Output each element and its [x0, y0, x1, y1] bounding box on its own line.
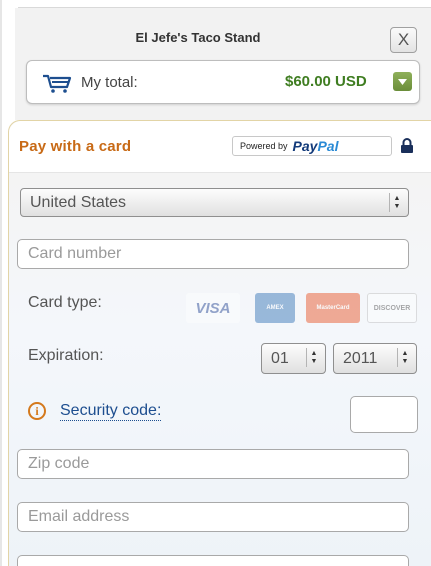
total-label: My total: — [81, 74, 138, 91]
mastercard-logo: MasterCard — [306, 293, 360, 323]
cart-icon — [42, 73, 72, 98]
paypal-logo: PayPal — [292, 138, 339, 154]
powered-by-label: Powered by — [240, 141, 288, 151]
powered-by-paypal-badge: Powered by PayPal — [232, 136, 392, 156]
amex-logo: AMEX — [255, 293, 295, 323]
checkout-header: El Jefe's Taco Stand X My total: $60.00 … — [15, 8, 431, 120]
pay-with-card-title: Pay with a card — [19, 138, 132, 155]
card-number-placeholder: Card number — [28, 245, 122, 262]
security-code-link[interactable]: Security code: — [60, 402, 162, 421]
discover-logo: DISCOVER — [367, 293, 417, 323]
expiration-year-select[interactable]: 2011 ▲ ▼ — [333, 343, 417, 374]
select-arrows-icon: ▲ ▼ — [397, 348, 412, 367]
merchant-name: El Jefe's Taco Stand — [135, 30, 261, 45]
chevron-down-icon[interactable] — [393, 72, 412, 91]
country-select[interactable]: United States ▲ ▼ — [20, 188, 409, 217]
zip-code-field[interactable]: Zip code — [17, 449, 409, 479]
total-amount: $60.00 USD — [285, 73, 367, 90]
expiration-year-value: 2011 — [343, 350, 378, 367]
card-type-label: Card type: — [28, 294, 102, 311]
security-code-field[interactable] — [350, 396, 418, 433]
card-panel-header: Pay with a card Powered by PayPal — [9, 121, 431, 173]
select-arrows-icon: ▲ ▼ — [389, 193, 404, 212]
lock-icon — [400, 138, 414, 159]
expiration-month-value: 01 — [271, 350, 289, 367]
visa-logo: VISA — [186, 293, 240, 323]
left-border — [0, 0, 2, 566]
card-number-field[interactable]: Card number — [17, 239, 409, 269]
next-field-partial[interactable] — [17, 555, 409, 566]
total-bar[interactable]: My total: $60.00 USD — [26, 60, 420, 104]
zip-code-placeholder: Zip code — [28, 455, 90, 472]
select-arrows-icon: ▲ ▼ — [306, 348, 321, 367]
expiration-label: Expiration: — [28, 347, 104, 364]
country-value: United States — [30, 194, 127, 211]
close-button[interactable]: X — [390, 27, 417, 53]
email-field[interactable]: Email address — [17, 502, 409, 532]
expiration-month-select[interactable]: 01 ▲ ▼ — [261, 343, 326, 374]
email-placeholder: Email address — [28, 508, 130, 525]
info-icon[interactable]: i — [28, 402, 46, 420]
